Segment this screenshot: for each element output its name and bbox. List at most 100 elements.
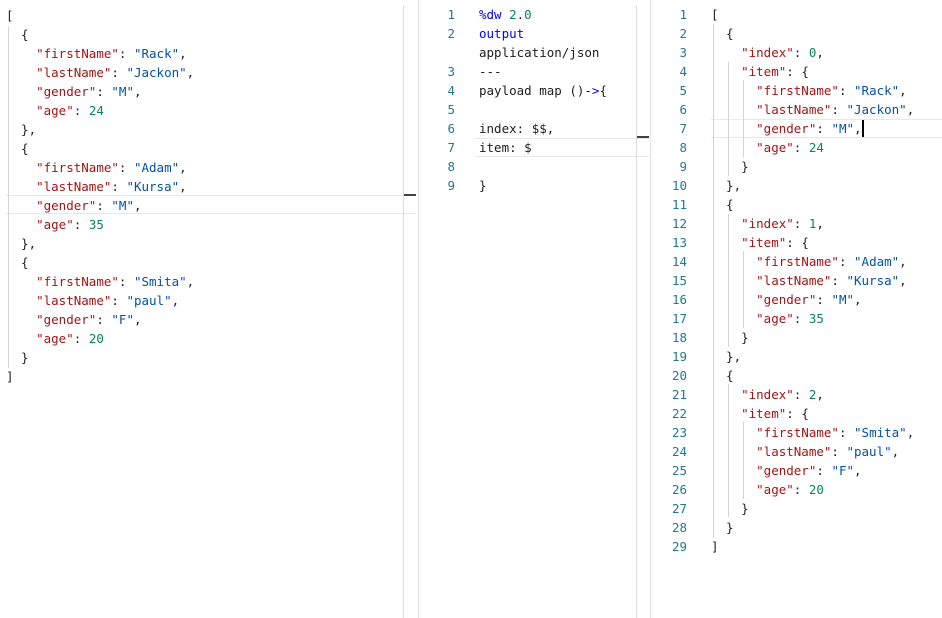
code-text: [ bbox=[6, 8, 14, 23]
code-line[interactable]: 9 } bbox=[651, 157, 942, 176]
code-line[interactable]: "gender": "F", bbox=[0, 310, 418, 329]
code-line[interactable]: 4 payload map ()->{ bbox=[419, 81, 651, 100]
code-line[interactable]: 22 "item": { bbox=[651, 404, 942, 423]
line-number: 3 bbox=[679, 45, 687, 60]
code-text: "gender": "M", bbox=[756, 121, 862, 136]
code-text: "lastName": "Jackon", bbox=[36, 65, 195, 80]
code-line[interactable]: 23 "firstName": "Smita", bbox=[651, 423, 942, 442]
script-editor[interactable]: 1 %dw 2.0 2 output application/json 3 --- 4 payl… bbox=[418, 0, 651, 618]
line-number: 7 bbox=[679, 121, 687, 136]
code-text: [ bbox=[711, 7, 719, 22]
code-line[interactable]: "gender": "M", bbox=[0, 196, 418, 215]
code-line[interactable]: 12 "index": 1, bbox=[651, 214, 942, 233]
code-text: "lastName": "Jackon", bbox=[756, 102, 915, 117]
code-line[interactable]: "firstName": "Smita", bbox=[0, 272, 418, 291]
line-number: 20 bbox=[671, 368, 687, 383]
code-line[interactable]: 20 { bbox=[651, 366, 942, 385]
code-line[interactable]: 5 "firstName": "Rack", bbox=[651, 81, 942, 100]
vertical-scrollbar[interactable] bbox=[403, 6, 404, 618]
code-text: "age": 35 bbox=[756, 311, 824, 326]
code-line[interactable]: "age": 20 bbox=[0, 329, 418, 348]
code-line[interactable]: 14 "firstName": "Adam", bbox=[651, 252, 942, 271]
code-line[interactable]: "gender": "M", bbox=[0, 82, 418, 101]
code-line[interactable]: { bbox=[0, 25, 418, 44]
code-line[interactable]: 4 "item": { bbox=[651, 62, 942, 81]
code-line[interactable]: }, bbox=[0, 234, 418, 253]
code-line[interactable]: 21 "index": 2, bbox=[651, 385, 942, 404]
code-line[interactable]: 6 "lastName": "Jackon", bbox=[651, 100, 942, 119]
code-line[interactable]: 19 }, bbox=[651, 347, 942, 366]
code-text: "lastName": "Kursa", bbox=[36, 179, 187, 194]
code-text: "firstName": "Smita", bbox=[36, 274, 195, 289]
code-line[interactable]: 16 "gender": "M", bbox=[651, 290, 942, 309]
code-line[interactable]: 17 "age": 35 bbox=[651, 309, 942, 328]
code-line[interactable]: 1 %dw 2.0 bbox=[419, 5, 651, 24]
code-line[interactable]: 18 } bbox=[651, 328, 942, 347]
code-text: "firstName": "Rack", bbox=[36, 46, 187, 61]
code-text: }, bbox=[711, 349, 742, 364]
code-line[interactable]: 8 bbox=[419, 157, 651, 176]
code-text: "item": { bbox=[741, 235, 809, 250]
line-number: 23 bbox=[671, 425, 687, 440]
code-text: output bbox=[479, 26, 525, 41]
code-line[interactable]: application/json bbox=[419, 43, 651, 62]
line-number: 5 bbox=[679, 83, 687, 98]
code-line[interactable]: ] bbox=[0, 367, 418, 386]
code-line[interactable]: 13 "item": { bbox=[651, 233, 942, 252]
code-line[interactable]: 5 bbox=[419, 100, 651, 119]
code-line[interactable]: "firstName": "Rack", bbox=[0, 44, 418, 63]
code-line[interactable]: 2 { bbox=[651, 24, 942, 43]
line-number: 4 bbox=[447, 83, 455, 98]
code-text: "gender": "F", bbox=[36, 312, 142, 327]
code-line[interactable]: 10 }, bbox=[651, 176, 942, 195]
code-line[interactable]: { bbox=[0, 139, 418, 158]
line-number: 26 bbox=[671, 482, 687, 497]
text-caret bbox=[862, 120, 864, 137]
code-line[interactable]: 27 } bbox=[651, 499, 942, 518]
code-line[interactable]: 15 "lastName": "Kursa", bbox=[651, 271, 942, 290]
code-line[interactable]: 7 item: $ bbox=[419, 138, 651, 157]
code-line[interactable]: 7 "gender": "M", bbox=[651, 119, 942, 138]
code-line[interactable]: 24 "lastName": "paul", bbox=[651, 442, 942, 461]
code-line[interactable]: "lastName": "Jackon", bbox=[0, 63, 418, 82]
code-line[interactable]: [ bbox=[0, 6, 418, 25]
code-line[interactable]: 11 { bbox=[651, 195, 942, 214]
code-line[interactable]: }, bbox=[0, 120, 418, 139]
code-line[interactable]: 25 "gender": "F", bbox=[651, 461, 942, 480]
code-line[interactable]: "age": 24 bbox=[0, 101, 418, 120]
code-text: } bbox=[6, 350, 29, 365]
code-line[interactable]: "age": 35 bbox=[0, 215, 418, 234]
code-line[interactable]: 8 "age": 24 bbox=[651, 138, 942, 157]
line-number: 7 bbox=[447, 140, 455, 155]
code-line[interactable]: 1[ bbox=[651, 5, 942, 24]
code-line[interactable]: 3 --- bbox=[419, 62, 651, 81]
input-editor[interactable]: [ { "firstName": "Rack", "lastName": "Ja… bbox=[0, 0, 418, 618]
code-text: "lastName": "paul", bbox=[756, 444, 900, 459]
output-editor[interactable]: 1[2 {3 "index": 0, 4 "item": {5 "firstNam… bbox=[650, 0, 942, 618]
line-number: 6 bbox=[679, 102, 687, 117]
code-text: "firstName": "Adam", bbox=[36, 160, 187, 175]
code-line[interactable]: 9} bbox=[419, 176, 651, 195]
code-line[interactable]: 29] bbox=[651, 537, 942, 556]
code-line[interactable]: "firstName": "Adam", bbox=[0, 158, 418, 177]
code-line[interactable]: 2 output bbox=[419, 24, 651, 43]
code-text: item: $ bbox=[479, 140, 532, 155]
code-line[interactable]: { bbox=[0, 253, 418, 272]
vertical-scrollbar[interactable] bbox=[636, 6, 637, 618]
line-number: 18 bbox=[671, 330, 687, 345]
code-line[interactable]: 3 "index": 0, bbox=[651, 43, 942, 62]
line-number: 1 bbox=[447, 7, 455, 22]
code-text: application/json bbox=[479, 45, 600, 60]
code-line[interactable]: 6 index: $$, bbox=[419, 119, 651, 138]
code-text: "index": 2, bbox=[741, 387, 824, 402]
line-number: 16 bbox=[671, 292, 687, 307]
line-number: 19 bbox=[671, 349, 687, 364]
code-line[interactable]: "lastName": "paul", bbox=[0, 291, 418, 310]
code-line[interactable]: 28 } bbox=[651, 518, 942, 537]
code-line[interactable]: 26 "age": 20 bbox=[651, 480, 942, 499]
code-line[interactable]: } bbox=[0, 348, 418, 367]
code-text: ] bbox=[711, 539, 719, 554]
code-line[interactable]: "lastName": "Kursa", bbox=[0, 177, 418, 196]
code-text: { bbox=[711, 26, 734, 41]
line-number: 2 bbox=[447, 26, 455, 41]
